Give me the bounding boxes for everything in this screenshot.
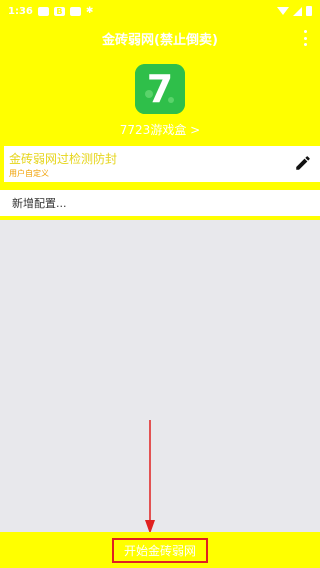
bug-icon: ✱: [85, 6, 94, 16]
wifi-icon: [277, 7, 289, 15]
config-card[interactable]: 金砖弱网过检测防封 用户自定义: [0, 146, 320, 182]
app-bar: 金砖弱网(禁止倒卖): [0, 24, 320, 52]
status-left: 1:36 B ✱: [8, 6, 93, 17]
bottom-bar: 开始金砖弱网: [0, 532, 320, 568]
notification-icon-2: [69, 6, 81, 16]
app-link[interactable]: 7723游戏盒 >: [0, 121, 320, 138]
battery-icon: [306, 6, 312, 16]
app-title: 金砖弱网(禁止倒卖): [102, 32, 218, 48]
config-subtitle: 用户自定义: [9, 169, 49, 178]
overflow-menu-icon[interactable]: [300, 30, 310, 46]
app-logo[interactable]: 7: [135, 64, 185, 114]
edit-pencil-icon[interactable]: [294, 154, 312, 172]
overflow-dot: [303, 43, 307, 46]
new-config-item[interactable]: 新增配置...: [0, 190, 320, 216]
start-button[interactable]: 开始金砖弱网: [111, 537, 208, 563]
status-bar: 1:36 B ✱: [0, 0, 320, 22]
notification-icon: [37, 6, 49, 16]
signal-icon: [293, 6, 302, 16]
overflow-dot: [303, 30, 307, 33]
app-logo-text: 7: [147, 67, 173, 111]
app-logo-icon: 7: [135, 64, 185, 114]
config-title: 金砖弱网过检测防封: [9, 152, 118, 166]
overflow-dot: [303, 36, 307, 40]
annotation-arrow-icon: [145, 420, 155, 534]
content-area: [0, 220, 320, 532]
config-accent-bar: [0, 146, 4, 182]
b-app-icon: B: [53, 6, 65, 16]
status-time: 1:36: [8, 5, 33, 17]
status-right: [277, 6, 312, 16]
